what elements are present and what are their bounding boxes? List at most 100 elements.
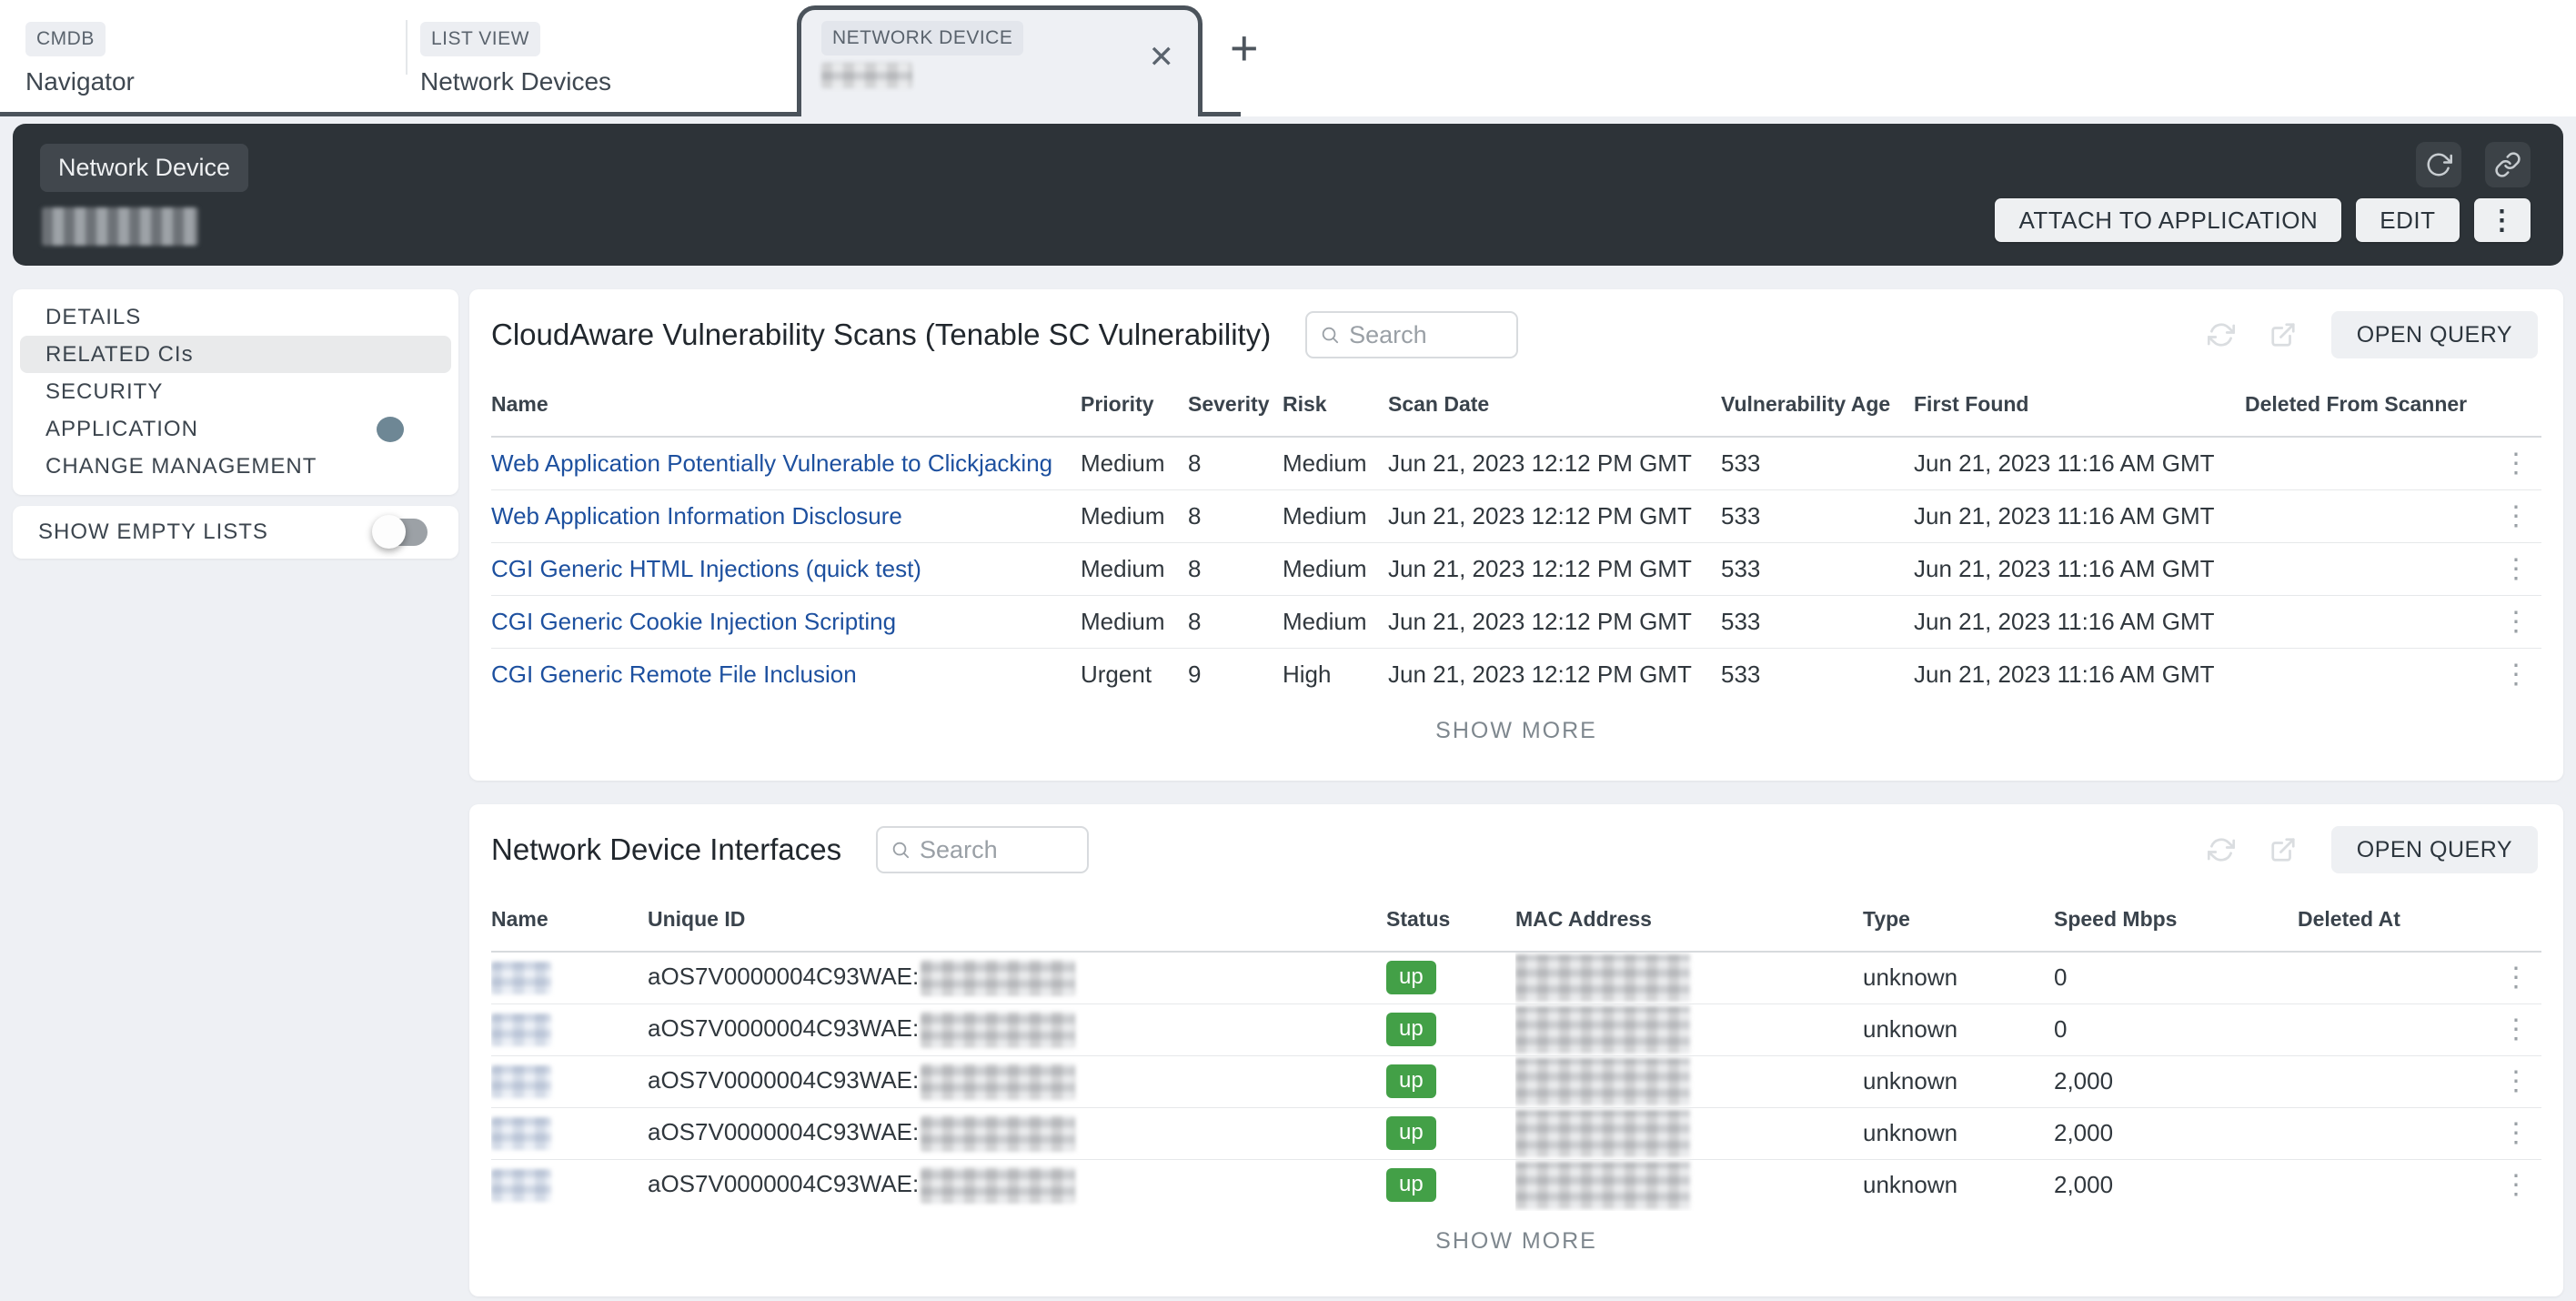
panel-open-external-button[interactable] [2269,836,2297,863]
row-actions-button[interactable]: ⋮ [2490,1107,2541,1159]
sidebar-item-change-management[interactable]: CHANGE MANAGEMENT [20,448,451,485]
panel-title: Network Device Interfaces [491,832,841,867]
panel-open-external-button[interactable] [2269,321,2297,348]
cell-speed: 0 [2054,1003,2298,1055]
row-actions-button[interactable]: ⋮ [2490,489,2541,542]
unique-id-prefix: aOS7V0000004C93WAE: [648,1117,919,1145]
refresh-icon [2208,321,2235,348]
redacted-interface-name [491,1169,551,1202]
redacted-interface-name [491,1117,551,1150]
redacted-unique-id-suffix [921,1115,1075,1152]
cell-severity: 8 [1188,437,1283,489]
vulnerability-link[interactable]: CGI Generic Remote File Inclusion [491,661,857,688]
edit-button[interactable]: EDIT [2356,198,2459,242]
row-actions-button[interactable]: ⋮ [2490,648,2541,701]
col-unique-id: Unique ID [648,888,1386,952]
cell-type: unknown [1863,952,2054,1003]
sidebar-item-application[interactable]: APPLICATION [20,410,451,448]
col-mac-address: MAC Address [1515,888,1863,952]
status-badge: up [1386,1168,1436,1202]
row-actions-button[interactable]: ⋮ [2490,437,2541,489]
unique-id-prefix: aOS7V0000004C93WAE: [648,1065,919,1093]
panel-refresh-button[interactable] [2208,836,2235,863]
attach-to-application-button[interactable]: ATTACH TO APPLICATION [1995,198,2341,242]
status-badge: up [1386,1116,1436,1150]
header-more-actions-button[interactable]: ⋮ [2474,198,2531,242]
link-icon [2494,151,2521,178]
cell-deleted-from-scanner [2245,437,2490,489]
panel-title: CloudAware Vulnerability Scans (Tenable … [491,318,1271,352]
open-query-button[interactable]: OPEN QUERY [2331,311,2538,358]
cell-vulnerability-age: 533 [1721,489,1914,542]
col-status: Status [1386,888,1515,952]
table-row: CGI Generic Remote File Inclusion Urgent… [491,648,2541,701]
cell-severity: 9 [1188,648,1283,701]
tab-network-devices-list[interactable]: LIST VIEW Network Devices [420,22,611,96]
cell-severity: 8 [1188,542,1283,595]
sidebar-item-security[interactable]: SECURITY [20,373,451,410]
redacted-unique-id-suffix [921,1012,1075,1048]
cell-severity: 8 [1188,595,1283,648]
close-tab-icon[interactable]: ✕ [1149,39,1175,76]
redacted-mac-address [1515,1006,1690,1054]
show-empty-lists-toggle[interactable] [375,519,428,546]
refresh-icon [2208,836,2235,863]
vulnerability-link[interactable]: Web Application Information Disclosure [491,502,902,529]
status-badge: up [1386,1013,1436,1046]
search-input[interactable] [1349,321,1504,349]
table-row: Web Application Potentially Vulnerable t… [491,437,2541,489]
redacted-device-name [42,207,198,246]
redacted-mac-address [1515,1110,1690,1157]
redacted-interface-name [491,1065,551,1098]
cell-first-found: Jun 21, 2023 11:16 AM GMT [1914,595,2245,648]
cell-vulnerability-age: 533 [1721,542,1914,595]
row-actions-button[interactable]: ⋮ [2490,1003,2541,1055]
tab-type-badge: NETWORK DEVICE [821,21,1023,55]
row-actions-button[interactable]: ⋮ [2490,1159,2541,1211]
tab-bar-underline [0,112,799,116]
refresh-button[interactable] [2416,142,2461,187]
show-more-button[interactable]: SHOW MORE [469,1211,2563,1271]
interfaces-table: Name Unique ID Status MAC Address Type S… [491,888,2541,1211]
row-actions-button[interactable]: ⋮ [2490,952,2541,1003]
tab-title: Navigator [25,67,135,96]
vulnerability-link[interactable]: CGI Generic HTML Injections (quick test) [491,555,921,582]
cell-speed: 0 [2054,952,2298,1003]
cell-risk: Medium [1283,595,1388,648]
search-input[interactable] [920,836,1074,864]
vulnerability-link[interactable]: CGI Generic Cookie Injection Scripting [491,608,896,635]
col-name: Name [491,888,648,952]
col-risk: Risk [1283,373,1388,437]
cell-deleted-at [2298,1159,2490,1211]
cell-type: unknown [1863,1003,2054,1055]
cell-risk: Medium [1283,437,1388,489]
search-icon [891,838,911,862]
vulnerability-link[interactable]: Web Application Potentially Vulnerable t… [491,449,1052,477]
col-name: Name [491,373,1081,437]
sidebar-item-related-cis[interactable]: RELATED CIs [20,336,451,373]
tab-bar-underline-tail [1199,112,1241,116]
cell-priority: Medium [1081,489,1188,542]
copy-link-button[interactable] [2485,142,2531,187]
col-row-actions [2490,373,2541,437]
open-query-button[interactable]: OPEN QUERY [2331,826,2538,873]
panel-refresh-button[interactable] [2208,321,2235,348]
tab-cmdb-navigator[interactable]: CMDB Navigator [25,22,135,96]
cell-first-found: Jun 21, 2023 11:16 AM GMT [1914,437,2245,489]
cell-scan-date: Jun 21, 2023 12:12 PM GMT [1388,542,1721,595]
external-link-icon [2269,836,2297,863]
show-more-button[interactable]: SHOW MORE [469,701,2563,761]
record-header: Network Device ATTACH TO APPLICATION EDI… [13,124,2563,266]
cell-first-found: Jun 21, 2023 11:16 AM GMT [1914,489,2245,542]
table-row: aOS7V0000004C93WAE: up unknown 2,000 ⋮ [491,1107,2541,1159]
table-row: aOS7V0000004C93WAE: up unknown 0 ⋮ [491,952,2541,1003]
new-tab-button[interactable]: + [1230,24,1259,73]
col-vulnerability-age: Vulnerability Age [1721,373,1914,437]
row-actions-button[interactable]: ⋮ [2490,595,2541,648]
redacted-interface-name [491,962,551,994]
sidebar-item-details[interactable]: DETAILS [20,298,451,336]
row-actions-button[interactable]: ⋮ [2490,542,2541,595]
refresh-icon [2425,151,2452,178]
tab-network-device-active[interactable]: NETWORK DEVICE ✕ [797,5,1202,116]
row-actions-button[interactable]: ⋮ [2490,1055,2541,1107]
